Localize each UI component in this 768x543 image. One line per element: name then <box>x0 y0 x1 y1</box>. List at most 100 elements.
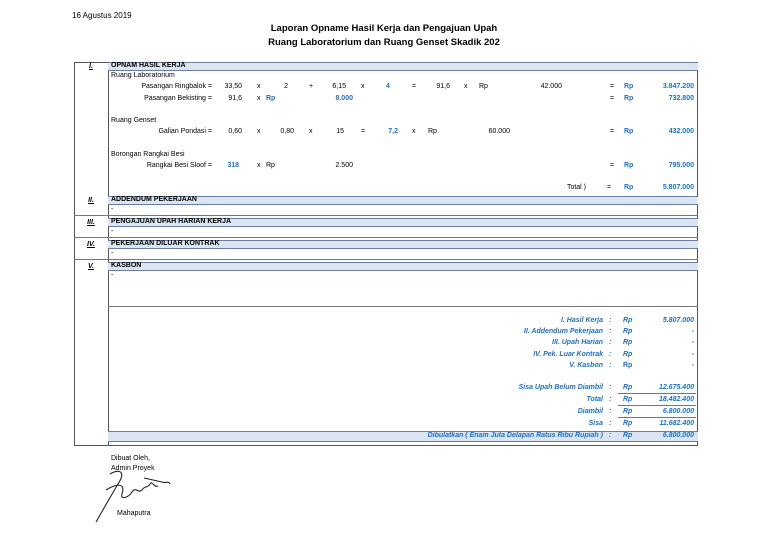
item-value: 91,6 <box>228 95 242 102</box>
currency: Rp <box>266 95 276 102</box>
line-total: 795.000 <box>668 162 694 169</box>
line-total: 732.800 <box>668 95 694 102</box>
section-roman-2: II. <box>88 197 94 204</box>
summary-value: - <box>691 339 694 346</box>
section-roman-5: V. <box>88 263 94 270</box>
summary-label: Total <box>586 396 603 403</box>
report-table <box>74 62 698 446</box>
summary-colon: : <box>609 420 612 427</box>
summary-value: 18.482.400 <box>658 396 694 403</box>
item-label: Rangkai Besi Sloof = <box>146 162 212 169</box>
currency: Rp <box>624 95 634 102</box>
group-heading-lab: Ruang Laboratorium <box>111 72 175 79</box>
currency: Rp <box>623 396 633 403</box>
unit-price: 42.000 <box>540 83 562 90</box>
row-divider <box>74 215 698 216</box>
summary-colon: : <box>609 339 612 346</box>
column-divider <box>108 62 109 446</box>
summary-colon: : <box>609 351 612 358</box>
dibulatkan-label: Dibulatkan ( Enam Juta Delapan Ratus Rib… <box>427 432 603 439</box>
item-label: Galian Pondasi = <box>158 128 212 135</box>
item-value: 2 <box>284 83 288 90</box>
item-value: 4 <box>386 83 390 90</box>
empty-dash: - <box>111 206 114 213</box>
section-label: ADDENDUM PEKERJAAN <box>111 196 197 203</box>
currency: Rp <box>623 339 633 346</box>
currency: Rp <box>623 317 633 324</box>
line-total: 3.847.200 <box>662 83 694 90</box>
operator: x <box>257 128 261 135</box>
section-label: OPNAM HASIL KERJA <box>111 62 186 69</box>
operator: = <box>607 184 612 191</box>
summary-value: 12.675.400 <box>658 384 694 391</box>
group-heading-genset: Ruang Genset <box>111 117 157 124</box>
summary-colon: : <box>609 384 612 391</box>
item-label: Pasangan Ringbalok = <box>141 83 212 90</box>
summary-colon: : <box>609 317 612 324</box>
currency: Rp <box>624 128 634 135</box>
item-value: 91,6 <box>436 83 450 90</box>
report-date: 16 Agustus 2019 <box>72 11 132 20</box>
operator: x <box>257 95 261 102</box>
item-value: 7,2 <box>388 128 398 135</box>
summary-value: 6.800.000 <box>662 408 694 415</box>
item-value: 15 <box>336 128 344 135</box>
section-band-luar-kontrak: PEKERJAAN DILUAR KONTRAK <box>108 240 698 249</box>
line-total: 432.000 <box>668 128 694 135</box>
summary-value: - <box>691 351 694 358</box>
currency: Rp <box>623 432 633 439</box>
operator: = <box>610 128 615 135</box>
summary-colon: : <box>609 328 612 335</box>
signature-caption: Dibuat Oleh, <box>111 455 150 462</box>
summary-label: II. Addendum Pekerjaan <box>523 328 603 335</box>
row-divider <box>74 259 698 260</box>
group-heading-besi: Borongan Rangkai Besi <box>111 151 185 158</box>
currency: Rp <box>623 408 633 415</box>
report-subtitle: Ruang Laboratorium dan Ruang Genset Skad… <box>268 37 500 48</box>
section-label: KASBON <box>111 262 142 269</box>
section-roman-3: III. <box>87 219 95 226</box>
summary-underline <box>618 417 696 418</box>
item-value: 0,60 <box>228 128 242 135</box>
row-divider <box>108 306 698 307</box>
operator: x <box>257 83 261 90</box>
currency: Rp <box>624 83 634 90</box>
summary-underline <box>618 393 696 394</box>
summary-label: I. Hasil Kerja <box>560 317 603 324</box>
empty-dash: - <box>111 272 114 279</box>
summary-label: Sisa Upah Belum Diambil <box>518 384 603 391</box>
currency: Rp <box>623 351 633 358</box>
section-band-addendum: ADDENDUM PEKERJAAN <box>108 196 698 205</box>
operator: x <box>361 83 365 90</box>
currency: Rp <box>624 162 634 169</box>
section-roman-1: I. <box>89 63 93 70</box>
section-roman-4: IV. <box>87 241 95 248</box>
item-value: 33,50 <box>224 83 242 90</box>
grand-total: 5.807.000 <box>662 184 694 191</box>
signature-name: Mahaputra <box>117 510 151 517</box>
dibulatkan-value: 6.800.000 <box>662 432 694 439</box>
currency: Rp <box>266 162 275 169</box>
currency: Rp <box>623 328 633 335</box>
operator: x <box>412 128 416 135</box>
summary-value: - <box>691 362 694 369</box>
currency-kasbon: Rp <box>623 362 633 369</box>
operator: = <box>610 162 615 169</box>
total-label: Total ) <box>566 184 586 191</box>
unit-price: 8.000 <box>335 95 353 102</box>
operator: = <box>412 83 417 90</box>
currency: Rp <box>624 184 634 191</box>
operator: x <box>309 128 313 135</box>
summary-label: Diambil <box>577 408 603 415</box>
item-label: Pasangan Bekisting = <box>144 95 212 102</box>
summary-value: 11.682.400 <box>659 420 694 427</box>
summary-colon: : <box>609 396 612 403</box>
section-band-opnam: OPNAM HASIL KERJA <box>108 62 698 71</box>
operator: = <box>610 83 615 90</box>
section-label: PEKERJAAN DILUAR KONTRAK <box>111 240 220 247</box>
unit-price: 2.500 <box>335 162 353 169</box>
summary-value: 5.807.000 <box>662 317 694 324</box>
unit-price: 60.000 <box>488 128 510 135</box>
currency: Rp <box>623 420 633 427</box>
summary-label: V. Kasbon <box>569 362 603 369</box>
